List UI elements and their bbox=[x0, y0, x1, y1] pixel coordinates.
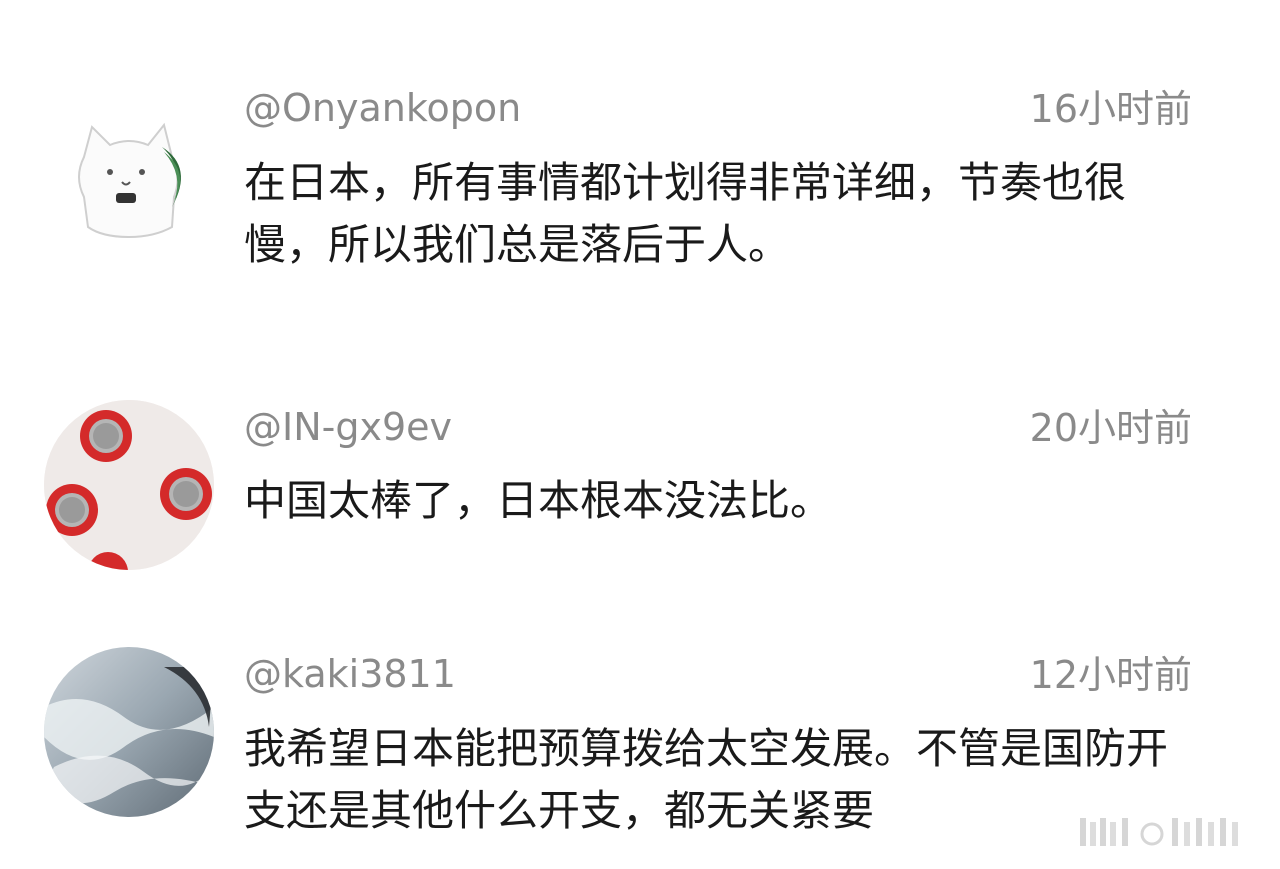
comment-text: 我希望日本能把预算拨给太空发展。不管是国防开支还是其他什么开支，都无关紧要 bbox=[244, 724, 1169, 835]
comment-timestamp: 12小时前 bbox=[1029, 653, 1192, 697]
comment-username[interactable]: @kaki3811 bbox=[244, 651, 456, 697]
comment-timestamp: 16小时前 bbox=[1029, 87, 1192, 131]
white-cat-avatar-icon[interactable] bbox=[44, 97, 214, 267]
red-chess-pieces-avatar-icon[interactable] bbox=[44, 400, 214, 570]
comment-text: 中国太棒了，日本根本没法比。 bbox=[244, 476, 833, 525]
comment-username[interactable]: @IN-gx9ev bbox=[244, 404, 452, 450]
ocean-wave-avatar-icon[interactable] bbox=[44, 647, 214, 817]
comment-text: 在日本，所有事情都计划得非常详细，节奏也很慢，所以我们总是落后于人。 bbox=[244, 158, 1127, 269]
watermark-logo-icon bbox=[1080, 808, 1260, 856]
comment-username[interactable]: @Onyankopon bbox=[244, 85, 521, 131]
comment-timestamp: 20小时前 bbox=[1029, 406, 1192, 450]
